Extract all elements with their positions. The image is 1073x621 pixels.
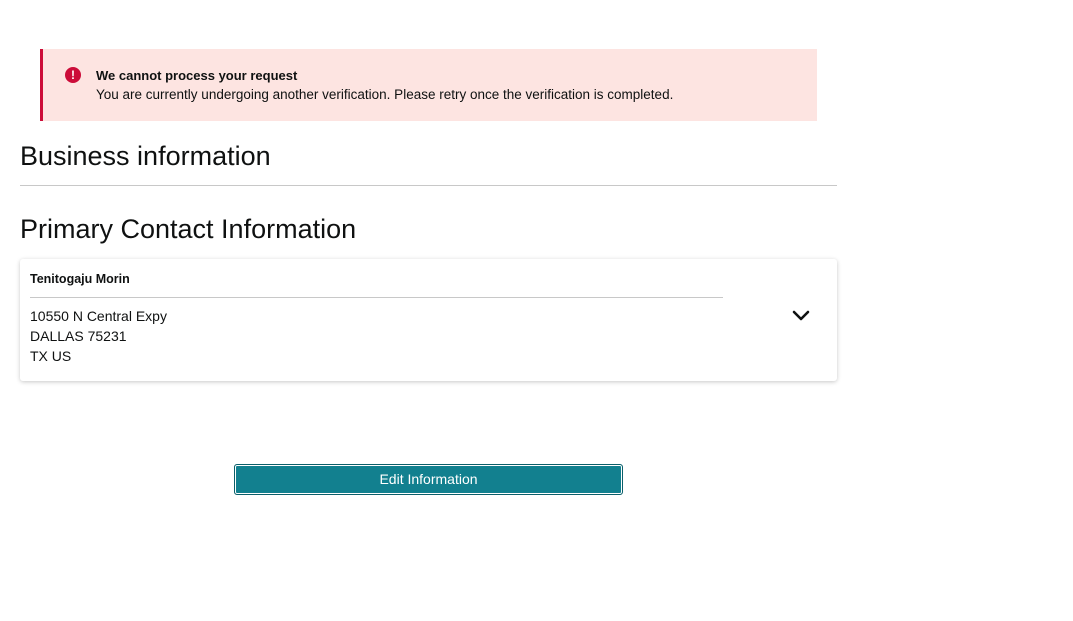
card-divider [30,297,723,298]
alert-message: You are currently undergoing another ver… [96,87,674,102]
page: ! We cannot process your request You are… [0,0,1073,621]
section-divider [20,185,837,186]
edit-information-button[interactable]: Edit Information [234,464,623,495]
contact-name: Tenitogaju Morin [30,272,130,286]
exclamation-circle-icon: ! [65,67,81,83]
primary-contact-card[interactable]: Tenitogaju Morin 10550 N Central Expy DA… [20,259,837,381]
address-line-1: 10550 N Central Expy [30,308,167,324]
alert-title: We cannot process your request [96,68,298,83]
business-information-heading: Business information [20,141,271,171]
chevron-down-icon[interactable] [790,308,812,324]
address-line-3: TX US [30,348,72,364]
error-alert: ! We cannot process your request You are… [40,49,817,121]
address-line-2: DALLAS 75231 [30,328,127,344]
primary-contact-heading: Primary Contact Information [20,214,357,244]
